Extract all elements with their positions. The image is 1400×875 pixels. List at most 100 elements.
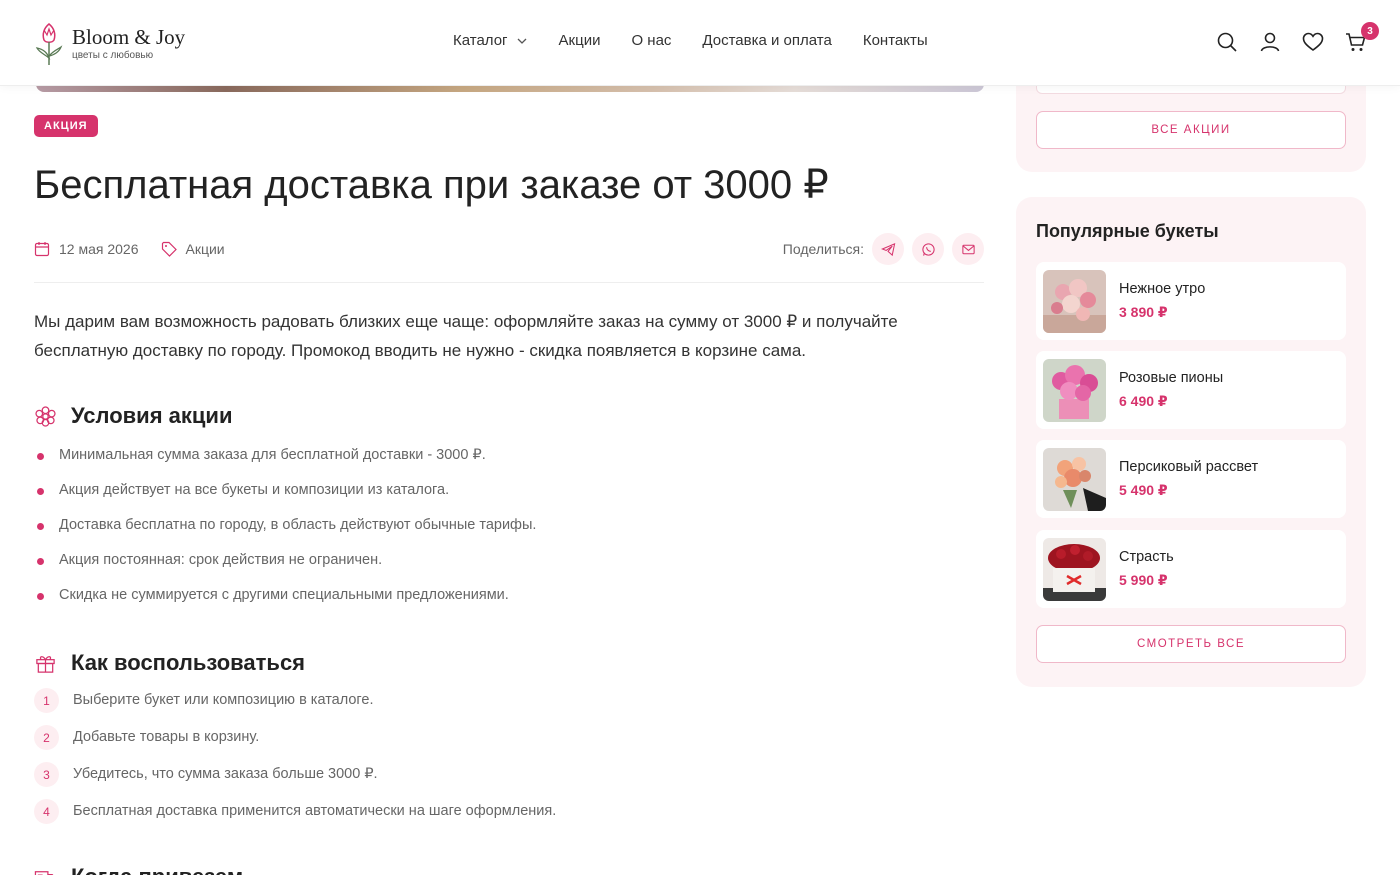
bullet-dot — [37, 593, 44, 600]
step-number: 3 — [34, 762, 59, 787]
step-text: Бесплатная доставка применится автоматич… — [73, 803, 557, 819]
condition-text: Акция постоянная: срок действия не огран… — [59, 552, 383, 568]
bouquet-name: Персиковый рассвет — [1119, 459, 1259, 475]
bouquet-name: Страсть — [1119, 549, 1174, 565]
bullet-dot — [37, 558, 44, 565]
article-date: 12 мая 2026 — [34, 241, 139, 257]
nav-promos[interactable]: Акции — [559, 32, 601, 49]
share-telegram-button[interactable] — [872, 233, 904, 265]
condition-text: Минимальная сумма заказа для бесплатной … — [59, 447, 486, 463]
gift-icon — [36, 655, 55, 673]
article-category[interactable]: Акции — [161, 241, 225, 257]
conditions-heading: Условия акции — [34, 403, 984, 429]
meta-divider — [34, 282, 984, 283]
bouquet-image — [1043, 537, 1106, 601]
search-button[interactable] — [1215, 30, 1239, 54]
all-promos-button[interactable]: ВСЕ АКЦИИ — [1036, 111, 1346, 149]
cart-button[interactable]: 3 — [1344, 22, 1379, 54]
favorites-button[interactable] — [1301, 30, 1325, 54]
bouquet-card[interactable]: Страсть 5 990 ₽ — [1036, 530, 1346, 608]
mail-icon — [961, 244, 975, 254]
popular-title: Популярные букеты — [1036, 221, 1219, 241]
truck-icon — [34, 870, 54, 875]
view-all-button[interactable]: СМОТРЕТЬ ВСЕ — [1036, 625, 1346, 663]
delivery-title: Когда привезем — [71, 864, 243, 875]
bouquet-card[interactable]: Персиковый рассвет 5 490 ₽ — [1036, 440, 1346, 518]
article-intro: Мы дарим вам возможность радовать близки… — [34, 312, 898, 360]
popular-bouquets-widget: Популярные букеты Нежное утро 3 890 ₽ Ро… — [1016, 197, 1366, 687]
conditions-list: Минимальная сумма заказа для бесплатной … — [34, 447, 984, 622]
calendar-icon — [34, 242, 50, 257]
telegram-icon — [880, 242, 895, 256]
bouquet-name: Нежное утро — [1119, 281, 1206, 297]
bullet-dot — [37, 488, 44, 495]
list-item: 3 Убедитесь, что сумма заказа больше 3000… — [34, 762, 984, 803]
howto-heading: Как воспользоваться — [34, 650, 984, 676]
article-date-text: 12 мая 2026 — [59, 241, 139, 257]
condition-text: Доставка бесплатна по городу, в область … — [59, 517, 537, 533]
article-category-text: Акции — [185, 241, 225, 257]
nav-contacts[interactable]: Контакты — [863, 32, 928, 49]
bouquet-price: 3 890 ₽ — [1119, 304, 1168, 320]
bouquet-photo-tender-morning — [1043, 269, 1106, 333]
list-item: Минимальная сумма заказа для бесплатной … — [34, 447, 984, 482]
heart-icon — [1302, 32, 1324, 51]
search-icon — [1217, 32, 1237, 52]
share-email-button[interactable] — [952, 233, 984, 265]
bouquet-price: 5 490 ₽ — [1119, 482, 1168, 498]
bouquet-price: 5 990 ₽ — [1119, 572, 1168, 588]
step-text: Выберите букет или композицию в каталоге… — [73, 692, 374, 708]
brand-tagline: цветы с любовью — [72, 50, 154, 61]
nav-delivery[interactable]: Доставка и оплата — [702, 32, 831, 49]
list-item: 4 Бесплатная доставка применится автомати… — [34, 799, 984, 840]
chevron-down-icon — [517, 38, 526, 44]
tulip-logo-icon — [35, 23, 63, 65]
condition-text: Скидка не суммируется с другими специаль… — [59, 587, 509, 603]
bouquet-name: Розовые пионы — [1119, 370, 1224, 386]
nav-catalog[interactable]: Каталог — [453, 32, 528, 49]
main-nav: Каталог Акции О нас Доставка и оплата Ко… — [453, 32, 928, 49]
step-number: 1 — [34, 688, 59, 713]
nav-about[interactable]: О нас — [631, 32, 671, 49]
step-text: Добавьте товары в корзину. — [73, 729, 260, 745]
step-number: 4 — [34, 799, 59, 824]
step-text: Убедитесь, что сумма заказа больше 3000 … — [73, 766, 378, 782]
list-item: Скидка не суммируется с другими специаль… — [34, 587, 984, 622]
user-icon — [1260, 32, 1280, 52]
list-item: 2 Добавьте товары в корзину. — [34, 725, 984, 766]
article-title: Бесплатная доставка при заказе от 3000 ₽ — [34, 163, 829, 207]
promos-widget: ВСЕ АКЦИИ — [1016, 80, 1366, 172]
list-item: 1 Выберите букет или композицию в каталог… — [34, 688, 984, 729]
howto-steps: 1 Выберите букет или композицию в каталог… — [34, 688, 984, 840]
bouquet-photo-peach-dawn — [1043, 447, 1106, 511]
logo[interactable]: Bloom & Joy цветы с любовью — [34, 18, 185, 68]
step-number: 2 — [34, 725, 59, 750]
bouquet-image — [1043, 358, 1106, 422]
share-bar: Поделиться: — [783, 233, 984, 265]
bullet-dot — [37, 523, 44, 530]
flower-icon — [35, 405, 56, 427]
bullet-dot — [37, 453, 44, 460]
nav-catalog-label: Каталог — [453, 32, 508, 49]
article-meta: 12 мая 2026 Акции Поделиться: — [34, 233, 984, 265]
site-header: Bloom & Joy цветы с любовью Каталог Акци… — [0, 0, 1400, 86]
share-whatsapp-button[interactable] — [912, 233, 944, 265]
howto-title: Как воспользоваться — [71, 650, 306, 675]
bouquet-card[interactable]: Нежное утро 3 890 ₽ — [1036, 262, 1346, 340]
bouquet-price: 6 490 ₽ — [1119, 393, 1168, 409]
bouquet-image — [1043, 447, 1106, 511]
whatsapp-icon — [921, 242, 935, 256]
account-button[interactable] — [1258, 30, 1282, 54]
article: АКЦИЯ Бесплатная доставка при заказе от … — [34, 115, 984, 875]
list-item: Акция действует на все букеты и композиц… — [34, 482, 984, 517]
bouquet-photo-pink-peonies — [1043, 358, 1106, 422]
bouquet-image — [1043, 269, 1106, 333]
list-item: Доставка бесплатна по городу, в область … — [34, 517, 984, 552]
condition-text: Акция действует на все букеты и композиц… — [59, 482, 450, 498]
list-item: Акция постоянная: срок действия не огран… — [34, 552, 984, 587]
bouquet-photo-passion — [1043, 537, 1106, 601]
tag-icon — [161, 241, 177, 257]
conditions-title: Условия акции — [71, 403, 233, 428]
bouquet-card[interactable]: Розовые пионы 6 490 ₽ — [1036, 351, 1346, 429]
brand-name: Bloom & Joy — [72, 25, 186, 49]
